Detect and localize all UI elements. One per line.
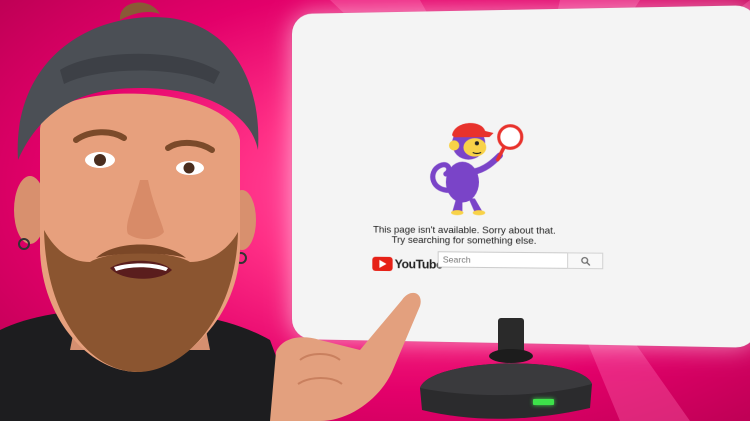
thumbnail-scene: This page isn't available. Sorry about t… (0, 0, 750, 421)
person-illustration (0, 2, 421, 421)
